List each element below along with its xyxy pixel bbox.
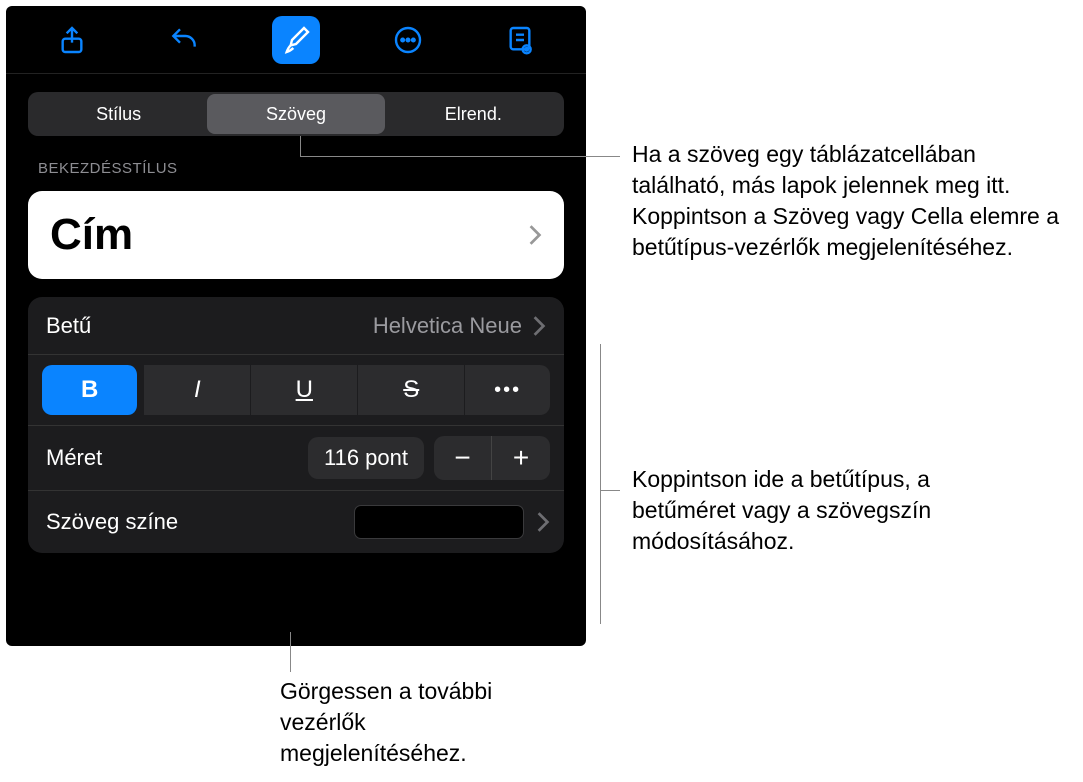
- paragraph-style-value: Cím: [50, 210, 133, 260]
- chevron-right-icon: [528, 224, 542, 246]
- paragraph-style-picker[interactable]: Cím: [28, 191, 564, 279]
- callout-line: [300, 156, 620, 157]
- app-toolbar: [6, 6, 586, 74]
- callout-line: [600, 490, 620, 491]
- undo-icon[interactable]: [160, 16, 208, 64]
- callout-bottom: Görgessen a további vezérlők megjeleníté…: [280, 676, 540, 769]
- tab-style[interactable]: Stílus: [30, 94, 207, 134]
- underline-button[interactable]: U: [251, 365, 358, 415]
- chevron-right-icon: [532, 315, 546, 337]
- text-color-row[interactable]: Szöveg színe: [28, 491, 564, 553]
- more-styles-button[interactable]: •••: [465, 365, 550, 415]
- callout-top: Ha a szöveg egy táblázatcellában találha…: [632, 139, 1062, 263]
- format-panel: Stílus Szöveg Elrend. BEKEZDÉSSTÍLUS Cím…: [6, 6, 586, 646]
- bold-button[interactable]: B: [42, 365, 138, 415]
- more-menu-icon[interactable]: [384, 16, 432, 64]
- strikethrough-button[interactable]: S: [358, 365, 465, 415]
- text-color-label: Szöveg színe: [46, 509, 178, 535]
- reader-icon[interactable]: [496, 16, 544, 64]
- font-settings-group: Betű Helvetica Neue B I U S ••• Méret 11…: [28, 297, 564, 553]
- chevron-right-icon: [536, 511, 550, 533]
- tab-arrange[interactable]: Elrend.: [385, 94, 562, 134]
- tab-text[interactable]: Szöveg: [207, 94, 384, 134]
- callout-line: [600, 344, 601, 624]
- callout-line: [290, 632, 291, 672]
- font-label: Betű: [46, 313, 91, 339]
- tab-bar: Stílus Szöveg Elrend.: [6, 74, 586, 148]
- size-stepper: − +: [434, 436, 550, 480]
- share-icon[interactable]: [48, 16, 96, 64]
- font-row[interactable]: Betű Helvetica Neue: [28, 297, 564, 355]
- format-brush-icon[interactable]: [272, 16, 320, 64]
- font-size-row: Méret 116 pont − +: [28, 426, 564, 491]
- size-label: Méret: [46, 445, 102, 471]
- font-value: Helvetica Neue: [373, 313, 522, 339]
- text-style-row: B I U S •••: [28, 355, 564, 426]
- callout-line: [300, 136, 301, 156]
- size-value[interactable]: 116 pont: [308, 437, 424, 479]
- italic-button[interactable]: I: [144, 365, 251, 415]
- callout-middle: Koppintson ide a betűtípus, a betűméret …: [632, 464, 1032, 557]
- paragraph-style-label: BEKEZDÉSSTÍLUS: [6, 148, 586, 185]
- size-decrease-button[interactable]: −: [434, 436, 492, 480]
- size-increase-button[interactable]: +: [492, 436, 550, 480]
- text-color-swatch: [354, 505, 524, 539]
